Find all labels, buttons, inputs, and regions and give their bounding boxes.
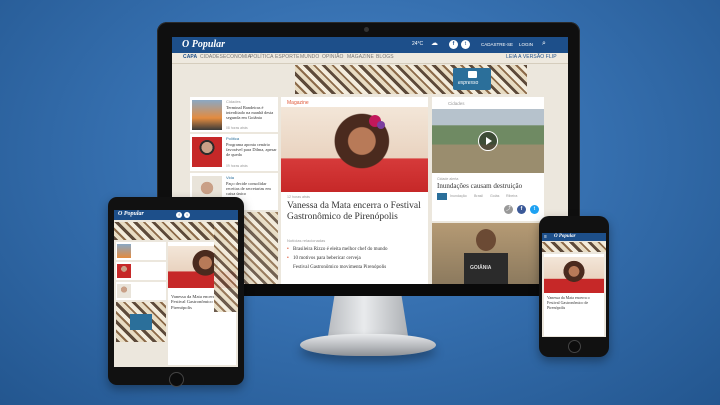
tablet-news-card[interactable]	[116, 282, 166, 300]
phone-main-title[interactable]: Vanessa da Mata encerra o Festival Gastr…	[547, 295, 602, 310]
tablet-screen: O Popular f t Vanessa da Mata encerra o …	[114, 210, 238, 367]
news-time: 08 horas atrás	[226, 126, 248, 130]
facebook-share-icon[interactable]: f	[517, 205, 526, 214]
cloud-icon: ☁	[431, 40, 438, 47]
play-icon[interactable]	[478, 131, 498, 151]
related-link[interactable]: Festival Gastronômico movimenta Pirenópo…	[293, 265, 386, 270]
musician-head	[476, 229, 496, 251]
main-story-card[interactable]: Magazine 12 horas atrás Vanessa da Mata …	[281, 97, 428, 284]
site-header: O Popular 24°C ☁ f t CADASTRE-SE LOGIN ⌕	[172, 37, 568, 53]
news-section: Cidades	[226, 99, 241, 104]
bullet-icon: •	[287, 246, 289, 252]
menu-icon[interactable]: ≡	[544, 234, 547, 240]
webcam	[364, 27, 369, 32]
flower-ornament	[377, 121, 385, 129]
musician-photo: GOIÂNIA	[432, 223, 544, 284]
phone-home-button[interactable]	[568, 340, 581, 353]
play-triangle	[486, 137, 492, 145]
news-section: Política	[226, 136, 240, 141]
nav-item-mundo[interactable]: MUNDO	[300, 54, 319, 60]
bus-photo	[117, 244, 131, 258]
tablet-side-illustration	[214, 222, 238, 312]
musician-shirt: GOIÂNIA	[464, 253, 508, 284]
nav-item-esporte[interactable]: ESPORTE	[275, 54, 300, 60]
news-card-2[interactable]: Política Programa aponta cenário favoráv…	[190, 134, 278, 171]
related-link[interactable]: 10 motivos para bebericar cerveja	[293, 256, 361, 261]
shirt-text: GOIÂNIA	[470, 265, 492, 271]
nav-item-politica[interactable]: POLÍTICA	[250, 54, 274, 60]
singer-photo	[281, 107, 428, 192]
cup-icon	[468, 71, 477, 78]
nav-item-opiniao[interactable]: OPINIÃO	[322, 54, 344, 60]
nav-item-cidades[interactable]: CIDADES	[200, 54, 223, 60]
nav-item-blogs[interactable]: BLOGS	[376, 54, 394, 60]
facebook-icon[interactable]: f	[176, 212, 182, 218]
politician-photo	[192, 137, 222, 167]
twitter-icon[interactable]: t	[184, 212, 190, 218]
tag-marker	[437, 193, 447, 200]
nav-item-magazine[interactable]: MAGAZINE	[347, 54, 374, 60]
tablet-home-button[interactable]	[169, 372, 184, 387]
tag-link[interactable]: Brasil	[474, 194, 483, 198]
news-time: 09 horas atrás	[226, 164, 248, 168]
nav-item-economia[interactable]: ECONOMIA	[223, 54, 251, 60]
related-label: Notícias relacionadas	[287, 238, 326, 243]
right-story-title[interactable]: Inundações causam destruição	[437, 182, 522, 190]
tag-link[interactable]: Inundação	[450, 194, 467, 198]
tablet-news-card[interactable]	[116, 262, 166, 280]
monitor-stand-base	[300, 334, 436, 356]
main-nav: CAPA CIDADES ECONOMIA POLÍTICA ESPORTE M…	[172, 53, 568, 64]
phone-site-logo[interactable]: O Popular	[554, 234, 576, 239]
tag-link[interactable]: Goiás	[490, 194, 499, 198]
politician-photo	[117, 264, 131, 278]
facebook-icon[interactable]: f	[449, 40, 458, 49]
tag-link[interactable]: Ribeira	[506, 194, 517, 198]
twitter-icon[interactable]: t	[461, 40, 470, 49]
tablet-site-logo[interactable]: O Popular	[118, 211, 144, 217]
flip-version-link[interactable]: LEIA A VERSÃO FLIP	[506, 54, 557, 60]
right-story-time: Cidade alerta	[437, 177, 459, 181]
bullet-icon: •	[287, 255, 289, 261]
news-title[interactable]: Paço decide consolidar receitas de secre…	[226, 181, 277, 196]
monitor-stand-neck	[328, 296, 408, 336]
weather-readout: 24°C	[412, 41, 424, 47]
site-logo[interactable]: O Popular	[182, 39, 225, 50]
share-icon[interactable]: ⤴	[504, 205, 513, 214]
tablet-news-card[interactable]	[116, 242, 166, 260]
expresso-label: expresso	[458, 80, 479, 86]
flood-photo	[432, 109, 544, 173]
right-story-section: Cidades	[448, 101, 465, 106]
news-title[interactable]: Terminal Bandeiras é interditado na manh…	[226, 105, 277, 120]
news-section: Vida	[226, 175, 234, 180]
right-story-card[interactable]: Cidades Cidade alerta Inundações causam …	[432, 97, 544, 221]
news-title[interactable]: Programa aponta cenário favorável para D…	[226, 142, 277, 157]
illustrated-banner: expresso	[295, 65, 527, 94]
phone-banner	[542, 242, 606, 252]
login-link[interactable]: LOGIN	[519, 42, 533, 47]
main-story-title[interactable]: Vanessa da Mata encerra o Festival Gastr…	[287, 201, 423, 223]
bus-photo	[192, 100, 222, 130]
man-photo	[117, 284, 131, 298]
expresso-badge[interactable]	[130, 314, 152, 330]
expresso-badge[interactable]: expresso	[453, 68, 491, 90]
related-link[interactable]: Brasileira Rizzo é eleita melhor chef do…	[293, 247, 388, 252]
phone-screen: O Popular ≡ Vanessa da Mata encerra o Fe…	[542, 233, 606, 337]
search-icon[interactable]: ⌕	[542, 40, 546, 48]
signup-link[interactable]: CADASTRE-SE	[481, 42, 513, 47]
phone-header: O Popular ≡	[542, 233, 606, 241]
phone-main-story[interactable]: Vanessa da Mata encerra o Festival Gastr…	[544, 254, 604, 336]
singer-photo	[544, 257, 604, 293]
main-story-date: 12 horas atrás	[287, 195, 310, 199]
tablet-header: O Popular f t	[114, 210, 238, 220]
tablet-illustration	[116, 302, 166, 342]
main-story-section: Magazine	[287, 100, 309, 106]
news-card-1[interactable]: Cidades Terminal Bandeiras é interditado…	[190, 97, 278, 132]
twitter-share-icon[interactable]: t	[530, 205, 539, 214]
nav-item-capa[interactable]: CAPA	[183, 54, 197, 60]
